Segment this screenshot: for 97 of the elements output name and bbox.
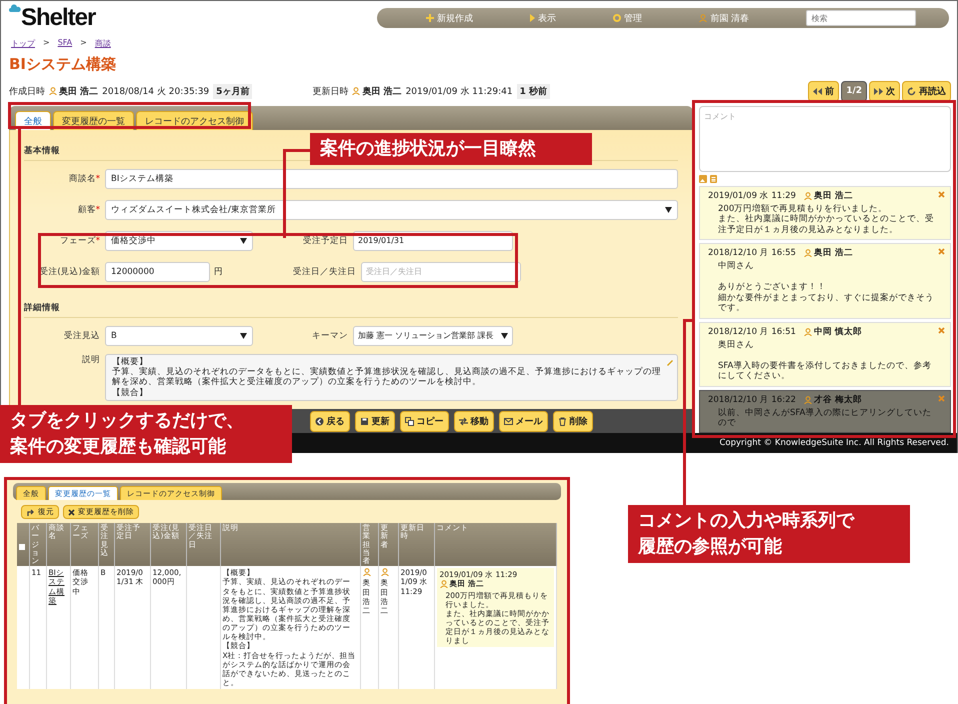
document-icon (710, 175, 717, 183)
copyright: Copyright © KnowledgeSuite Inc. All Rights Reserved. (719, 438, 949, 448)
close-icon[interactable] (938, 326, 945, 334)
search-field[interactable]: 検索 (806, 10, 916, 26)
action-button[interactable]: メール (498, 410, 548, 432)
copy-icon (404, 416, 414, 426)
comment-text: 200万円増額で再見積もりを行いました。 また、社内稟議に時間がかかっているとのことで、受注予定日が１ヵ月後の見込みとなりました。 (717, 204, 935, 236)
separator: > (80, 38, 87, 49)
pager-button[interactable]: 次 (869, 80, 900, 102)
comment-field[interactable]: コメント (699, 106, 951, 172)
person-icon (804, 192, 812, 200)
pager-button[interactable]: 再読込 (902, 80, 951, 102)
field-label: 顧客* (76, 204, 101, 216)
description-box[interactable]: 【概要】 予算、実績、見込のそれぞれのデータをもとに、実績数値と予算進捗状況を確認し、見込商談の過不足、予算進捗におけるギャップの理解を深め、営業戦略（案件拡大と受注確度のアップ）の立案を行うためのツールを検討中。 【競合】 (105, 354, 678, 401)
pencil-icon (666, 358, 674, 366)
unit-label: 円 (214, 266, 223, 278)
cloud-icon (9, 4, 21, 12)
comment-date: 2018/12/10 月 16:51 (708, 326, 796, 338)
close-icon[interactable] (938, 394, 945, 402)
user-name: 奥田 浩二 (352, 84, 402, 98)
logo: Shelter (21, 4, 96, 32)
close-icon[interactable] (938, 191, 945, 198)
field-label: 説明 (81, 354, 101, 366)
comment-date: 2018/12/10 月 16:55 (708, 247, 796, 260)
breadcrumb-link[interactable]: 商談 (94, 38, 111, 49)
dropdown[interactable]: 加藤 憲一 ソリューション営業部 課長 (353, 326, 513, 346)
back-icon (314, 416, 324, 426)
field-label: 商談名* (68, 172, 101, 184)
person-icon (380, 568, 388, 576)
person-icon (804, 328, 812, 336)
field-label: フェーズ* (58, 234, 101, 246)
field-label: キーマン (311, 330, 349, 342)
arrow-icon (530, 14, 536, 22)
comment-author: 奥田 浩二 (804, 190, 853, 202)
close-icon[interactable] (938, 248, 945, 256)
dropdown[interactable]: ウィズダムスイート株式会社/東京営業所 (105, 200, 678, 220)
comment-text: 奥田さん SFA導入時の要件書を添付しておきましたので、参考にしてください。 (717, 340, 932, 382)
person-icon (362, 568, 370, 576)
meta-label: 作成日時 (9, 86, 45, 98)
comment-text: 中岡さん ありがとうございます！！ 細かな要件がまとまっており、すぐに提案ができそうです。 (717, 261, 935, 314)
plus-icon (426, 14, 434, 22)
close-icon (68, 508, 75, 516)
dropdown[interactable]: B (105, 326, 253, 346)
user-name: 奥田 浩二 (49, 84, 98, 98)
section-title: 詳細情報 (24, 299, 678, 318)
caret-icon (240, 238, 247, 244)
image-icon (699, 175, 707, 183)
save-icon (360, 416, 368, 426)
field-label: 受注見込 (63, 330, 101, 342)
timestamp: 2019/01/09 水 11:29:41 (406, 86, 513, 98)
person-icon (699, 14, 708, 22)
comment-text: 以前、中岡さんがSFA導入の際にヒアリングしていたので (717, 408, 932, 428)
checkbox[interactable] (19, 544, 25, 550)
settings-icon (613, 14, 622, 22)
comment-author: 中岡 慎太郎 (804, 326, 862, 338)
breadcrumb-link[interactable]: トップ (11, 38, 35, 49)
person-icon (804, 249, 812, 258)
arrows-icon (458, 416, 468, 426)
person-icon (440, 580, 448, 588)
caret-icon (240, 332, 247, 338)
relative-time: 5ヶ月前 (213, 84, 252, 98)
text-field[interactable]: BIシステム構築 (105, 168, 678, 188)
person-icon (804, 396, 812, 404)
action-button[interactable]: コピー (400, 410, 448, 432)
text-field[interactable]: 12000000 (105, 262, 210, 282)
page-title: BIシステム構築 (8, 54, 118, 75)
action-button[interactable]: 更新 (354, 410, 394, 432)
forward-icon (874, 86, 883, 96)
field-label: 受注日／失注日 (292, 266, 357, 278)
caret-icon (501, 332, 508, 338)
breadcrumb-link[interactable]: SFA (58, 38, 72, 49)
comment-author: 才谷 梅太郎 (804, 394, 862, 406)
separator: > (43, 38, 50, 49)
comment-date: 2019/01/09 水 11:29 (708, 190, 796, 202)
rewind-icon (813, 86, 822, 96)
relative-time: 1 秒前 (516, 84, 550, 98)
refresh-icon (907, 86, 916, 96)
text-field[interactable]: 受注日／失注日 (361, 262, 521, 282)
timestamp: 2018/08/14 火 20:35:39 (102, 86, 210, 98)
caret-icon (665, 206, 672, 212)
person-icon (49, 87, 57, 95)
meta-label: 更新日時 (312, 86, 348, 98)
callout: タブをクリックするだけで、 案件の変更履歴も確認可能 (0, 405, 292, 464)
comment-date: 2018/12/10 月 16:22 (708, 394, 796, 406)
pager-button[interactable]: 前 (808, 80, 840, 102)
callout: コメントの入力や時系列で 履歴の参照が可能 (628, 505, 910, 564)
mail-icon (504, 416, 512, 426)
action-button[interactable]: 移動 (454, 410, 494, 432)
action-button[interactable]: 削除 (552, 410, 592, 432)
return-arrow-icon (26, 508, 35, 516)
comment-author: 奥田 浩二 (804, 247, 853, 260)
callout: 案件の進捗状況が一目瞭然 (310, 133, 592, 166)
field-label: 受注予定日 (302, 234, 349, 246)
page-indicator[interactable]: 1/2 (841, 80, 867, 102)
person-icon (352, 87, 360, 95)
trash-icon (558, 416, 566, 426)
action-button[interactable]: 戻る (310, 410, 350, 432)
